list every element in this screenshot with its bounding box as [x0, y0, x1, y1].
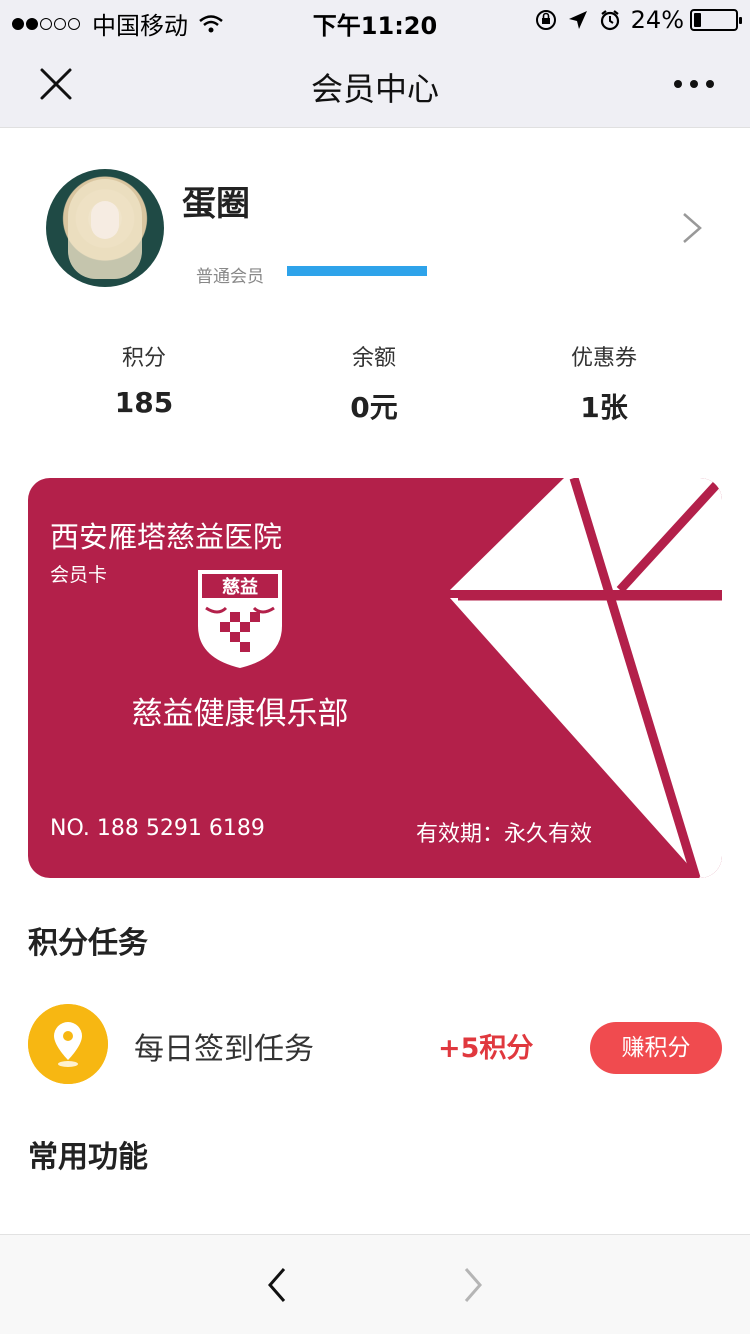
user-name: 蛋圈 — [182, 184, 250, 224]
status-bar: 中国移动 下午11:20 24% — [0, 0, 750, 40]
task-row: 每日签到任务 +5积分 赚积分 — [0, 998, 750, 1098]
section-title-common-functions: 常用功能 — [28, 1140, 148, 1175]
alarm-icon — [600, 10, 619, 31]
avatar[interactable] — [46, 169, 164, 287]
membership-card[interactable]: 西安雁塔慈益医院 会员卡 慈益 慈益健康俱乐部 NO. 188 5291 618… — [28, 478, 722, 878]
nav-bar: 会员中心 — [0, 40, 750, 128]
shield-logo-icon: 慈益 — [198, 570, 282, 668]
battery-icon — [690, 9, 742, 31]
stat-value: 185 — [114, 386, 174, 419]
bottom-bar — [0, 1234, 750, 1334]
level-progress-bar — [287, 266, 427, 276]
task-points: +5积分 — [438, 1033, 534, 1064]
member-level: 普通会员 — [196, 267, 264, 287]
stat-value: 0元 — [350, 391, 398, 424]
more-dot — [706, 80, 714, 88]
card-club-name: 慈益健康俱乐部 — [131, 696, 349, 732]
stats-row: 积分 185 余额 0元 优惠券 1张 — [0, 340, 750, 440]
location-pin-icon — [28, 1004, 108, 1084]
card-type: 会员卡 — [50, 564, 108, 586]
section-title-points-tasks: 积分任务 — [28, 926, 148, 961]
profile-header[interactable]: 蛋圈 普通会员 — [0, 128, 750, 318]
chevron-right-icon[interactable] — [680, 210, 704, 246]
status-right: 24% — [525, 6, 742, 34]
more-dot — [690, 80, 698, 88]
card-hospital-name: 西安雁塔慈益医院 — [50, 520, 283, 554]
stat-value: 1张 — [580, 391, 628, 424]
stat-label: 积分 — [121, 346, 166, 371]
stat-label: 优惠券 — [570, 346, 637, 371]
task-name: 每日签到任务 — [134, 1032, 314, 1067]
stat-points[interactable]: 积分 185 — [29, 340, 259, 440]
stat-label: 余额 — [351, 346, 396, 371]
orientation-lock-icon — [535, 10, 556, 30]
chevron-left-icon[interactable] — [262, 1265, 292, 1305]
page-title: 会员中心 — [310, 70, 439, 108]
card-number: NO. 188 5291 6189 — [50, 816, 265, 841]
card-validity: 有效期：永久有效 — [416, 822, 593, 847]
stat-coupons[interactable]: 优惠券 1张 — [489, 340, 719, 440]
location-icon — [568, 11, 587, 29]
battery-level — [694, 13, 701, 27]
chevron-right-icon[interactable] — [458, 1265, 488, 1305]
level-progress-fill — [287, 266, 427, 276]
more-dot — [674, 80, 682, 88]
earn-points-button[interactable]: 赚积分 — [590, 1022, 722, 1074]
logo-text: 慈益 — [222, 576, 258, 598]
stat-balance[interactable]: 余额 0元 — [259, 340, 489, 440]
more-icon[interactable] — [674, 66, 714, 102]
battery-percent: 24% — [630, 6, 684, 34]
